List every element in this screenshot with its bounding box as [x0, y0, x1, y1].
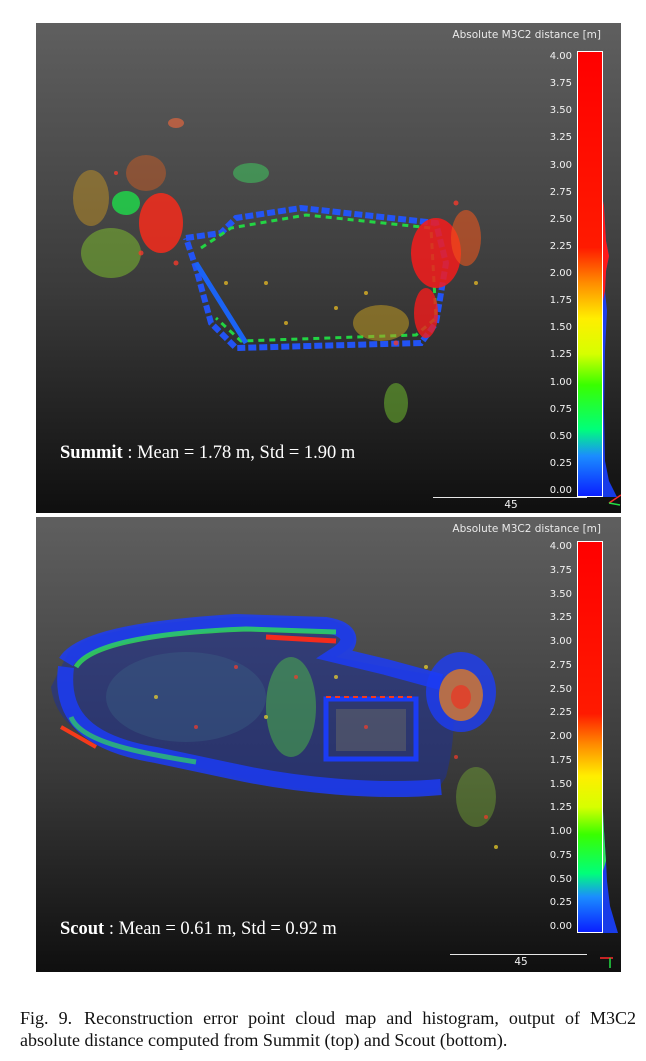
colorbar-tick-label: 2.25 — [549, 707, 572, 719]
scale-bar-label: 45 — [504, 499, 518, 511]
scout-point-cloud-panel: Absolute M3C2 distance [m] 4.00 3.75 3.50 3… — [36, 517, 621, 972]
robot-name: Scout — [60, 919, 105, 939]
colorbar-tick-label: 3.50 — [549, 105, 572, 117]
color-scale-bar — [577, 51, 603, 497]
colorbar-tick-label: 4.00 — [549, 541, 572, 552]
colorbar-tick-label: 3.25 — [549, 132, 572, 144]
axes-triad-icon — [600, 957, 613, 968]
scale-title: Absolute M3C2 distance [m] — [452, 29, 601, 41]
colorbar-tick-label: 3.50 — [549, 588, 572, 600]
colorbar-tick-label: 2.00 — [549, 731, 572, 742]
colorbar-tick-label: 2.50 — [549, 213, 572, 225]
colorbar-tick-label: 3.75 — [549, 78, 572, 90]
axes-triad-icon — [608, 494, 621, 506]
colorbar-tick-label: 1.00 — [549, 826, 572, 837]
colorbar-tick-label: 1.75 — [549, 295, 572, 307]
colorbar-tick-label: 0.50 — [549, 430, 572, 442]
figure-number: Fig. 9. — [20, 1008, 73, 1028]
colorbar-tick-label: 2.25 — [549, 240, 572, 252]
colorbar-tick-label: 0.25 — [549, 897, 572, 909]
colorbar-tick-label: 1.50 — [549, 778, 572, 790]
colorbar-tick-label: 1.00 — [549, 376, 572, 388]
colorbar-tick-label: 0.00 — [549, 485, 572, 496]
summit-stats: Summit : Mean = 1.78 m, Std = 1.90 m — [60, 443, 355, 464]
scale-title: Absolute M3C2 distance [m] — [452, 523, 601, 535]
colorbar-tick-label: 3.00 — [549, 159, 572, 171]
caption-text: Reconstruction error point cloud map and… — [20, 1008, 637, 1050]
colorbar-tick-label: 1.25 — [549, 349, 572, 361]
colorbar-tick-label: 1.25 — [549, 802, 572, 814]
distance-histogram — [603, 811, 618, 933]
colorbar-tick-label: 1.50 — [549, 322, 572, 334]
colorbar-tick-label: 0.25 — [549, 457, 572, 469]
figure-caption: Fig. 9. Reconstruction error point cloud … — [20, 1007, 636, 1051]
distance-histogram — [603, 201, 617, 497]
colorbar-tick-label: 0.50 — [549, 873, 572, 885]
summit-point-cloud-panel: Absolute M3C2 distance [m] 4.00 3.75 3.50 3… — [36, 23, 621, 513]
colorbar-tick-label: 0.75 — [549, 849, 572, 861]
colorbar-tick-label: 0.00 — [549, 921, 572, 932]
colorbar-tick-label: 3.25 — [549, 612, 572, 624]
scale-bar-label: 45 — [514, 956, 528, 968]
colorbar-tick-label: 1.75 — [549, 754, 572, 766]
stats-values: : Mean = 1.78 m, Std = 1.90 m — [122, 443, 356, 463]
scout-stats: Scout : Mean = 0.61 m, Std = 0.92 m — [60, 919, 337, 940]
colorbar-tick-label: 3.75 — [549, 564, 572, 576]
color-scale-bar — [577, 541, 603, 933]
colorbar-tick-label: 2.75 — [549, 186, 572, 198]
colorbar-tick-label: 4.00 — [549, 51, 572, 62]
colorbar-tick-label: 2.75 — [549, 659, 572, 671]
colorbar-tick-label: 2.50 — [549, 683, 572, 695]
colorbar-tick-label: 0.75 — [549, 403, 572, 415]
colorbar-tick-label: 2.00 — [549, 268, 572, 279]
stats-values: : Mean = 0.61 m, Std = 0.92 m — [104, 919, 337, 939]
colorbar-tick-label: 3.00 — [549, 636, 572, 647]
robot-name: Summit — [60, 443, 123, 463]
